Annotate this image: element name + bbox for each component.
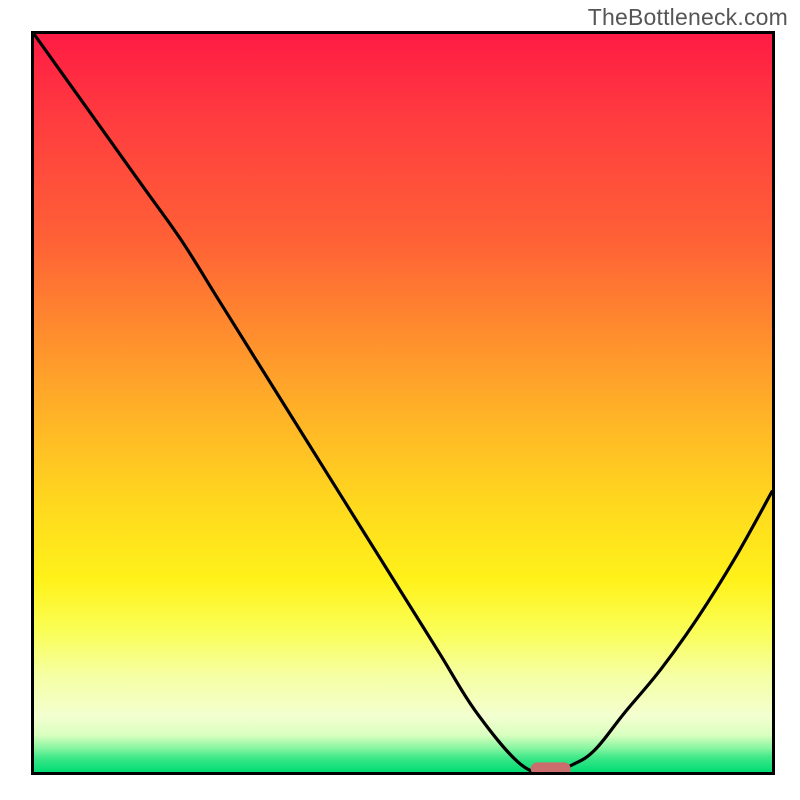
watermark-text: TheBottleneck.com: [588, 4, 788, 31]
plot-area: [31, 31, 775, 775]
chart-container: TheBottleneck.com: [0, 0, 800, 800]
chart-background-gradient: [34, 34, 772, 772]
